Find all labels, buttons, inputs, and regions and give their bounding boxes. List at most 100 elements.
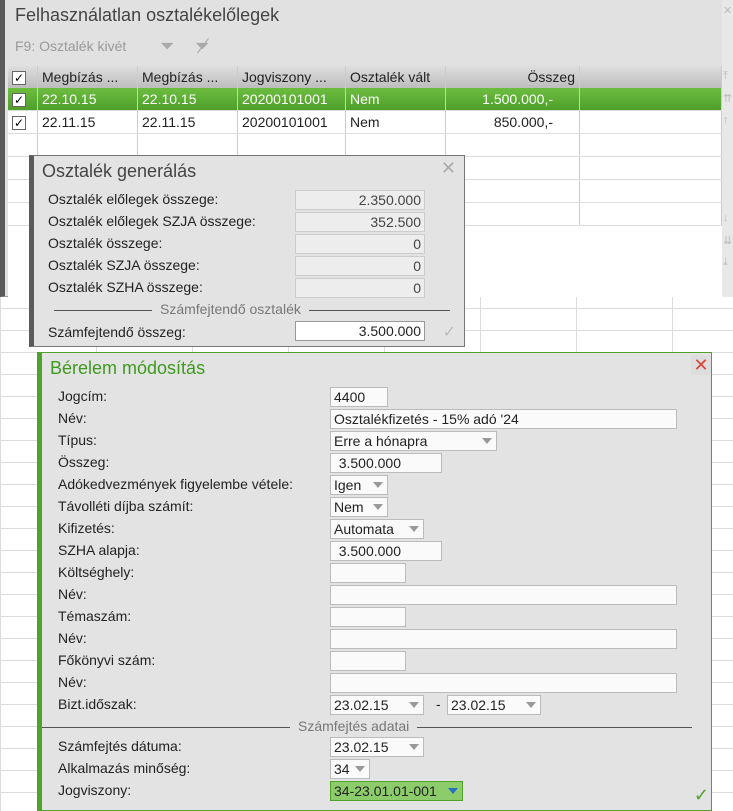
- table-cell: [8, 134, 38, 156]
- scroll-bottom-icon[interactable]: ⤓: [723, 256, 728, 269]
- text-input[interactable]: [330, 585, 677, 605]
- range-dash: -: [436, 696, 441, 712]
- chevron-down-icon[interactable]: [409, 744, 419, 750]
- field-value: 4400: [334, 389, 366, 405]
- table-row[interactable]: [8, 134, 722, 157]
- window-title: Felhasználatlan osztalékelőlegek: [15, 5, 280, 25]
- filter-icon[interactable]: ⏷: [160, 36, 174, 57]
- table-row[interactable]: ✓ 22.10.15 22.10.15 20200101001 Nem 1.500.000…: [8, 88, 722, 111]
- chevron-down-icon[interactable]: [448, 788, 458, 794]
- close-icon[interactable]: ✕: [691, 355, 711, 375]
- select-all-checkbox[interactable]: ✓: [8, 66, 38, 88]
- field-value: 23.02.15: [334, 739, 389, 755]
- field-value: Erre a hónapra: [334, 433, 428, 449]
- chevron-down-icon[interactable]: [482, 438, 492, 444]
- down-icon[interactable]: ↓: [723, 212, 729, 224]
- text-input[interactable]: 4400: [330, 387, 388, 407]
- column-header-empty: [580, 66, 722, 88]
- field-label: Jogviszony:: [58, 782, 132, 798]
- field-label: Osztalék SZHA összege:: [48, 279, 203, 295]
- up-icon[interactable]: ↑: [723, 114, 729, 126]
- page-down-icon[interactable]: ⇊: [723, 234, 732, 247]
- ok-check-icon[interactable]: ✓: [443, 322, 456, 342]
- chevron-down-icon[interactable]: [373, 504, 383, 510]
- dialog-title: Bérelem módosítás: [50, 358, 206, 378]
- field-value: 23.02.15: [334, 697, 389, 713]
- section-title: Számfejtés adatai: [290, 718, 418, 734]
- dropdown[interactable]: Igen: [330, 475, 388, 495]
- table-cell: Nem: [346, 88, 446, 110]
- dropdown[interactable]: Erre a hónapra: [330, 431, 497, 451]
- field-label: Osztalék összege:: [48, 235, 163, 251]
- text-input[interactable]: [330, 563, 406, 583]
- page-up-icon[interactable]: ⇈: [723, 92, 732, 105]
- table-cell: 22.11.15: [38, 111, 138, 133]
- text-input[interactable]: Osztalékfizetés - 15% adó '24: [330, 409, 677, 429]
- scroll-top-icon[interactable]: ⤒: [723, 70, 728, 83]
- field-label: Osztalék előlegek SZJA összege:: [48, 213, 256, 229]
- row-checkbox[interactable]: ✓: [8, 111, 38, 133]
- field-label: Távolléti díjba számít:: [58, 498, 194, 514]
- clear-filter-icon[interactable]: ⏷̸: [195, 36, 209, 57]
- dropdown[interactable]: Nem: [330, 497, 388, 517]
- dropdown[interactable]: Automata: [330, 519, 424, 539]
- table-cell: [238, 134, 346, 156]
- row-checkbox[interactable]: ✓: [8, 88, 38, 110]
- chevron-down-icon[interactable]: [409, 702, 419, 708]
- field-value: 3.500.000: [338, 455, 401, 471]
- readonly-amount-field: 0: [295, 256, 425, 276]
- column-header[interactable]: Megbízás ...: [138, 66, 238, 88]
- table-cell: 22.10.15: [38, 88, 138, 110]
- close-icon[interactable]: ✕: [723, 4, 732, 17]
- text-input[interactable]: [330, 673, 677, 693]
- chevron-down-icon[interactable]: [355, 766, 365, 772]
- table-cell: [446, 134, 580, 156]
- field-value: Osztalékfizetés - 15% adó '24: [334, 411, 519, 427]
- table-cell: 850.000,-: [446, 111, 580, 133]
- text-input[interactable]: [330, 629, 677, 649]
- dropdown[interactable]: 23.02.15: [330, 737, 424, 757]
- table-row[interactable]: ✓ 22.11.15 22.11.15 20200101001 Nem 850.000,-: [8, 111, 722, 134]
- column-header[interactable]: Jogviszony ...: [238, 66, 346, 88]
- chevron-down-icon[interactable]: [526, 702, 536, 708]
- scroll-strip[interactable]: ✕ ⤒ ⇈ ↑ ↓ ⇊ ⤓: [722, 0, 733, 297]
- table-cell: [346, 134, 446, 156]
- table-cell: [580, 111, 722, 133]
- field-label: SZHA alapja:: [58, 542, 140, 558]
- text-input[interactable]: [330, 651, 406, 671]
- text-input[interactable]: 3.500.000: [330, 453, 442, 473]
- table-cell: [138, 134, 238, 156]
- table-cell: [580, 203, 722, 225]
- table-cell: [580, 180, 722, 202]
- table-cell: 22.10.15: [138, 88, 238, 110]
- field-label: Típus:: [58, 432, 97, 448]
- text-input[interactable]: [330, 607, 406, 627]
- payable-amount-input[interactable]: 3.500.000: [295, 321, 425, 341]
- column-header[interactable]: Összeg: [446, 66, 580, 88]
- table-cell: 20200101001: [238, 111, 346, 133]
- readonly-amount-field: 352.500: [295, 212, 425, 232]
- field-label: Számfejtendő összeg:: [48, 324, 186, 340]
- dividend-withdraw-button[interactable]: F9: Osztalék kivét: [15, 38, 126, 54]
- chevron-down-icon[interactable]: [373, 482, 383, 488]
- dropdown[interactable]: 23.02.15: [330, 695, 424, 715]
- dropdown[interactable]: 34: [330, 759, 370, 779]
- table-cell: 22.11.15: [138, 111, 238, 133]
- readonly-amount-field: 2.350.000: [295, 190, 425, 210]
- table-header: ✓ Megbízás ... Megbízás ... Jogviszony ... O…: [8, 66, 722, 88]
- column-header[interactable]: Osztalék vált: [346, 66, 446, 88]
- field-label: Adókedvezmények figyelembe vétele:: [58, 476, 294, 492]
- table-cell: 20200101001: [238, 88, 346, 110]
- column-header[interactable]: Megbízás ...: [38, 66, 138, 88]
- dropdown[interactable]: 23.02.15: [447, 695, 541, 715]
- field-label: Jogcím:: [58, 388, 108, 404]
- ok-check-icon[interactable]: ✓: [694, 785, 709, 806]
- table-cell: [580, 88, 722, 110]
- dropdown[interactable]: 34-23.01.01-001: [330, 781, 463, 801]
- chevron-down-icon[interactable]: [409, 526, 419, 532]
- field-label: Név:: [58, 586, 87, 602]
- close-icon[interactable]: ✕: [441, 158, 456, 179]
- text-input[interactable]: 3.500.000: [330, 541, 442, 561]
- table-cell: Nem: [346, 111, 446, 133]
- pay-item-edit-dialog: Bérelem módosítás ✕ ✓ Jogcím: 4400 Név: Osz…: [37, 352, 712, 811]
